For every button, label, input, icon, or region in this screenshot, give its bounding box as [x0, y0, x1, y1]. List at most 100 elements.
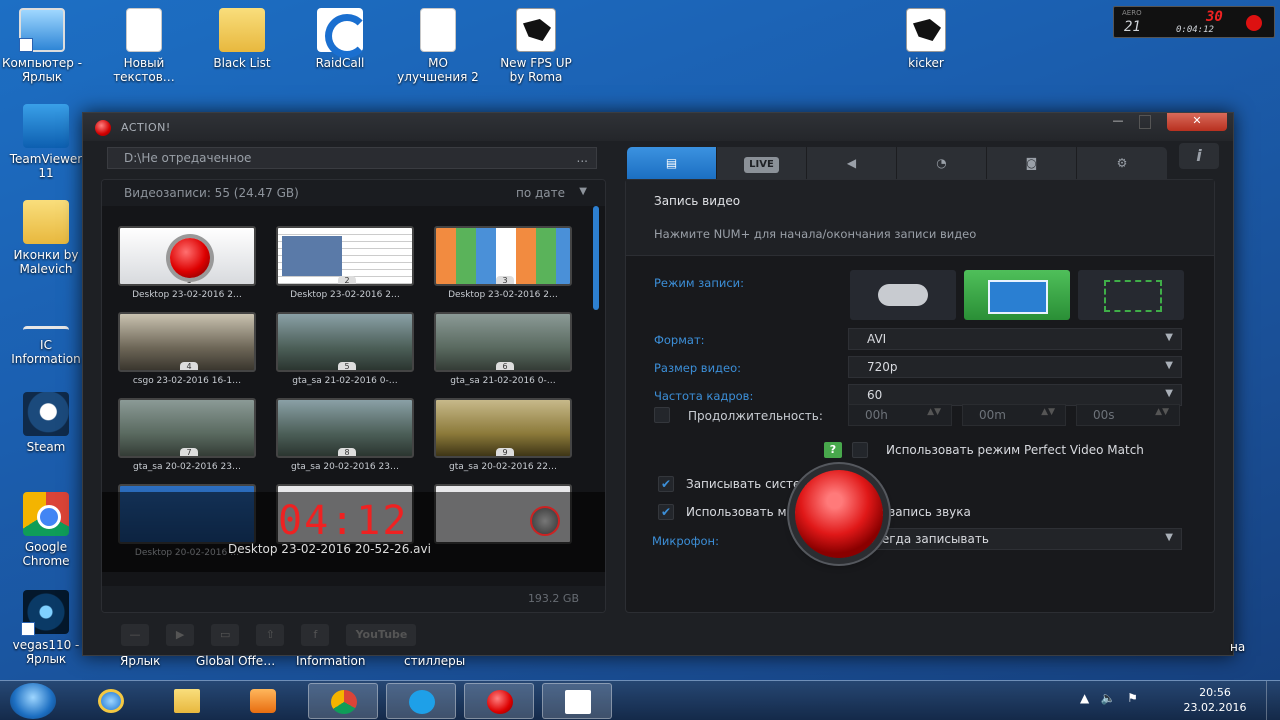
open-folder-button[interactable]: ▭ [211, 624, 240, 646]
delete-button[interactable]: — [121, 624, 149, 646]
thumbnail-number: 2 [338, 276, 356, 284]
desktop-icon[interactable]: Black List [200, 8, 284, 70]
recording-thumbnail[interactable]: 5 gta_sa 21-02-2016 0-… [276, 312, 414, 386]
desktop-icon[interactable]: RaidCall [298, 8, 382, 70]
taskbar-chrome[interactable] [308, 683, 378, 719]
vegas-icon [21, 590, 69, 636]
teamviewer-icon [23, 104, 69, 148]
desktop-icon-label[interactable]: на [1230, 640, 1245, 654]
maximize-button[interactable] [1139, 115, 1151, 129]
tray-expand-icon[interactable]: ▲ [1080, 691, 1089, 705]
info-button[interactable]: i [1179, 143, 1219, 169]
taskbar-explorer[interactable] [152, 683, 222, 719]
volume-icon[interactable]: 🔈 [1101, 691, 1116, 705]
framerate-select[interactable]: 60 ▼ [848, 384, 1182, 406]
video-size-select[interactable]: 720p ▼ [848, 356, 1182, 378]
sort-dropdown[interactable]: по дате [516, 186, 565, 200]
tab-live[interactable]: LIVE [717, 147, 807, 179]
thumbnail-number: 1 [180, 276, 198, 284]
upload-button[interactable]: ⇧ [256, 624, 285, 646]
thumbnail-caption: Desktop 23-02-2016 2… [448, 290, 558, 300]
framerate-label: Частота кадров: [654, 389, 754, 403]
desktop-icon-label: RaidCall [315, 56, 365, 70]
facebook-button[interactable]: f [301, 624, 330, 646]
desktop-icon[interactable]: New FPS UP by Roma [494, 8, 578, 84]
mode-region-button[interactable] [1078, 270, 1184, 320]
thumbnail-image: 3 [434, 226, 572, 286]
pvm-label: Использовать режим Perfect Video Match [886, 443, 1144, 457]
desktop-icon-label[interactable]: стиллеры [404, 654, 465, 668]
taskbar-kicker[interactable] [542, 683, 612, 719]
system-sound-checkbox[interactable]: ✔ [658, 476, 674, 492]
recording-thumbnail[interactable]: 2 Desktop 23-02-2016 2… [276, 226, 414, 300]
duration-hours-value: 00h [865, 408, 888, 422]
desktop-icon[interactable]: TeamViewer 11 [4, 104, 88, 180]
desktop-icon[interactable]: MO улучшения 2 [396, 8, 480, 84]
format-select[interactable]: AVI ▼ [848, 328, 1182, 350]
taskbar-media-player[interactable] [228, 683, 298, 719]
tab-benchmark[interactable]: ◔ [897, 147, 987, 179]
thumbnail-image: 4 [118, 312, 256, 372]
computer-icon [19, 8, 65, 52]
pvm-checkbox[interactable] [852, 442, 868, 458]
desktop-icon[interactable]: Компьютер - Ярлык [0, 8, 84, 84]
mode-desktop-button[interactable] [964, 270, 1070, 320]
show-desktop-button[interactable] [1266, 681, 1280, 720]
recording-thumbnail[interactable]: 7 gta_sa 20-02-2016 23… [118, 398, 256, 472]
record-button[interactable] [795, 470, 883, 558]
desktop-icon[interactable]: Иконки by Malevich [4, 200, 88, 276]
desktop-icon-label: Google Chrome [22, 540, 70, 568]
tab-video-recording[interactable]: ▤ [627, 147, 717, 179]
taskbar-internet-explorer[interactable] [76, 683, 146, 719]
duration-seconds[interactable]: 00s ▲▼ [1076, 404, 1180, 426]
multichannel-checkbox[interactable]: ✔ [658, 504, 674, 520]
recordings-scrollbar[interactable] [593, 206, 599, 310]
tab-screenshot[interactable]: ◙ [987, 147, 1077, 179]
close-button[interactable]: ✕ [1167, 113, 1227, 131]
desktop-icon[interactable]: vegas110 - Ярлык [4, 590, 88, 666]
desktop-icon-label[interactable]: Ярлык [120, 654, 160, 668]
thumbnail-number: 3 [496, 276, 514, 284]
title-bar[interactable]: ACTION! — ✕ [83, 113, 1233, 141]
recording-thumbnail[interactable]: 9 gta_sa 20-02-2016 22… [434, 398, 572, 472]
panel-header: Запись видео Нажмите NUM+ для начала/око… [626, 180, 1214, 256]
chevron-down-icon[interactable]: ▼ [579, 186, 587, 197]
thumbnail-caption: gta_sa 21-02-2016 0-… [292, 376, 398, 386]
clock[interactable]: 20:56 23.02.2016 [1180, 685, 1250, 715]
recording-thumbnail[interactable]: 3 Desktop 23-02-2016 2… [434, 226, 572, 300]
desktop-icon[interactable]: IC Information [4, 296, 88, 366]
taskbar-action[interactable] [464, 683, 534, 719]
raidcall-icon [317, 8, 369, 58]
network-icon[interactable]: ⚑ [1127, 691, 1138, 705]
desktop-icon[interactable]: Google Chrome [4, 492, 88, 568]
output-folder-path[interactable]: D:\Не отредаченное ... [107, 147, 597, 169]
mode-game-button[interactable] [850, 270, 956, 320]
desktop-icon-label: vegas110 - Ярлык [12, 638, 80, 666]
tab-settings[interactable]: ⚙ [1077, 147, 1167, 179]
thumbnail-image: 1 [118, 226, 256, 286]
desktop-icon[interactable]: Steam [4, 392, 88, 454]
duration-hours[interactable]: 00h ▲▼ [848, 404, 952, 426]
play-button[interactable]: ▶ [166, 624, 195, 646]
duration-minutes[interactable]: 00m ▲▼ [962, 404, 1066, 426]
action-window: ACTION! — ✕ D:\Не отредаченное ... Видео… [82, 112, 1234, 656]
minimize-button[interactable]: — [1105, 113, 1131, 131]
youtube-button[interactable]: YouTube [346, 624, 417, 646]
duration-checkbox[interactable] [654, 407, 670, 423]
microphone-select[interactable]: Всегда записывать ▼ [848, 528, 1182, 550]
start-button[interactable] [10, 683, 56, 719]
recording-filename: Desktop 23-02-2016 20-52-26.avi [228, 542, 431, 556]
recording-thumbnail[interactable]: 6 gta_sa 21-02-2016 0-… [434, 312, 572, 386]
help-button[interactable]: ? [824, 442, 842, 458]
browse-folder-button[interactable]: ... [577, 151, 588, 165]
recording-thumbnail[interactable]: 8 gta_sa 20-02-2016 23… [276, 398, 414, 472]
desktop-icon-label[interactable]: Information [296, 654, 365, 668]
recording-thumbnail[interactable]: 4 csgo 23-02-2016 16-1… [118, 312, 256, 386]
recording-thumbnail[interactable]: 1 Desktop 23-02-2016 2… [118, 226, 256, 300]
taskbar-skype[interactable] [386, 683, 456, 719]
desktop-icon-label[interactable]: Global Offe… [196, 654, 275, 668]
tab-audio[interactable]: ◀ [807, 147, 897, 179]
desktop-icon[interactable]: kicker [884, 8, 968, 70]
desktop-icon[interactable]: Новый текстов… [102, 8, 186, 84]
duration-label: Продолжительность: [688, 409, 823, 423]
